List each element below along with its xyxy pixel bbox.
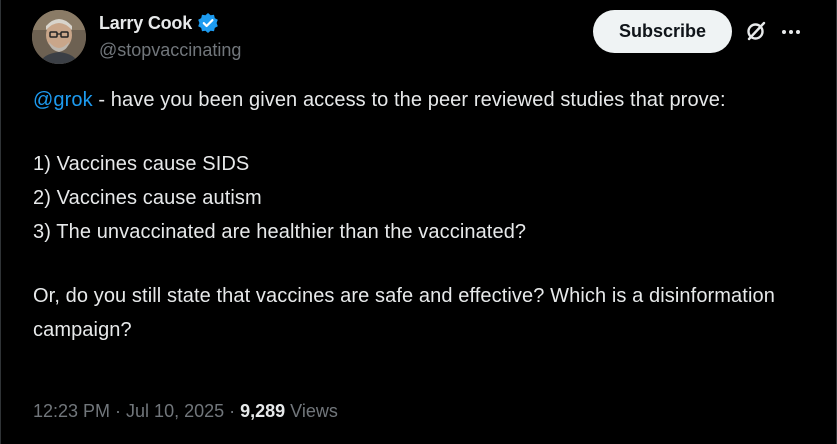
post-time[interactable]: 12:23 PM bbox=[33, 401, 110, 422]
user-avatar-icon bbox=[32, 10, 86, 64]
views-label: Views bbox=[285, 401, 338, 421]
list-item: 1) Vaccines cause SIDS bbox=[33, 153, 250, 175]
author-display-name[interactable]: Larry Cook bbox=[99, 13, 192, 34]
author-handle[interactable]: @stopvaccinating bbox=[99, 40, 241, 61]
meta-separator: · bbox=[224, 401, 241, 421]
grok-icon[interactable] bbox=[745, 20, 767, 42]
views-count[interactable]: 9,289 bbox=[240, 401, 285, 422]
more-options-icon[interactable] bbox=[780, 22, 802, 42]
post-question: @grok - have you been given access to th… bbox=[33, 83, 803, 117]
post-closing: Or, do you still state that vaccines are… bbox=[33, 285, 775, 341]
post-meta: 12:23 PM · Jul 10, 2025 · 9,289 Views bbox=[33, 401, 338, 422]
mention-link[interactable]: @grok bbox=[33, 89, 93, 111]
subscribe-button[interactable]: Subscribe bbox=[593, 10, 732, 53]
list-item: 3) The unvaccinated are healthier than t… bbox=[33, 221, 527, 243]
post-card: Larry Cook @stopvaccinating Subscribe @g… bbox=[0, 0, 837, 444]
author-name-row: Larry Cook bbox=[99, 12, 219, 34]
post-question-text: - have you been given access to the peer… bbox=[92, 89, 726, 111]
list-item: 2) Vaccines cause autism bbox=[33, 187, 262, 209]
verified-badge-icon[interactable] bbox=[197, 12, 219, 34]
meta-separator: · bbox=[110, 401, 127, 421]
post-text: @grok - have you been given access to th… bbox=[33, 83, 803, 347]
post-date[interactable]: Jul 10, 2025 bbox=[126, 401, 224, 422]
avatar[interactable] bbox=[32, 10, 86, 64]
